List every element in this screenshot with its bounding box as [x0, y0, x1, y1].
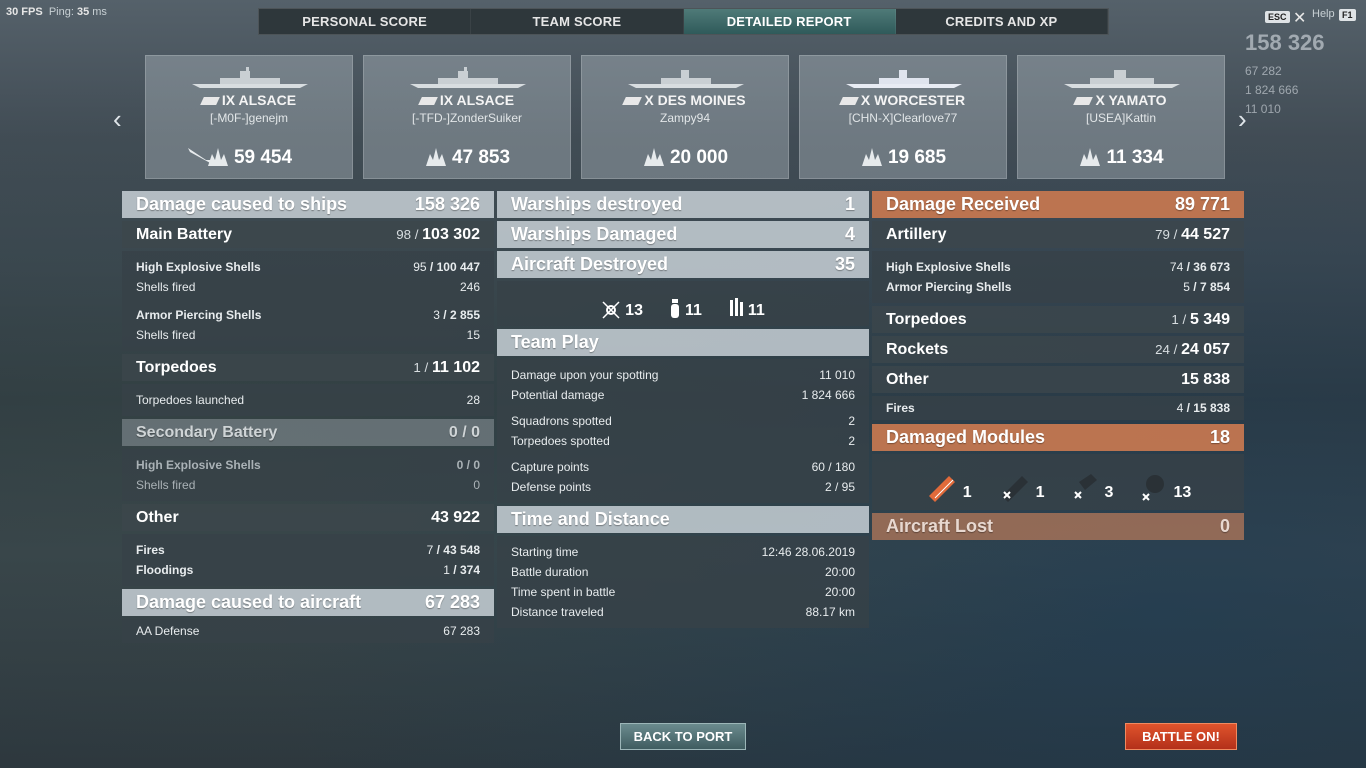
ship-card[interactable]: IX ALSACE [-TFD-]ZonderSuiker 47 853 [363, 55, 571, 179]
ship-card[interactable]: X DES MOINES Zampy94 20 000 [581, 55, 789, 179]
aa-details: AA Defense 67 283 [122, 619, 494, 643]
ship-name: X WORCESTER [860, 92, 966, 108]
close-icon[interactable]: ✕ [1293, 8, 1306, 28]
cruiser-silhouette-icon [846, 70, 962, 88]
explosion-icon [425, 148, 446, 166]
artillery-row: Artillery 79 / 44 527 [872, 221, 1244, 248]
damage-aircraft-header: Damage caused to aircraft 67 283 [122, 589, 494, 616]
damage-received-panel: Damage Received 89 771 Artillery 79 / 44 5… [872, 191, 1244, 543]
guns-destroyed-icon [1001, 476, 1028, 502]
damage-value: 47 853 [451, 147, 511, 168]
aa-mount-destroyed-icon [1142, 475, 1165, 501]
explosion-icon [643, 148, 664, 166]
tab-detailed-report[interactable]: DETAILED REPORT [683, 9, 896, 34]
artillery-details: High Explosive Shells 74 / 36 673 Armor P… [872, 251, 1244, 303]
flag-icon [839, 97, 859, 106]
guns-damaged-icon [928, 476, 955, 502]
battleship-silhouette-icon [1064, 70, 1180, 88]
damage-dealt-panel: Damage caused to ships 158 326 Main Batte… [122, 191, 494, 646]
cruiser-silhouette-icon [628, 70, 744, 88]
warships-damaged-row: Warships Damaged 4 [497, 221, 869, 248]
player-name: [-M0F-]genejm [209, 111, 289, 125]
torpedo-tube-destroyed-icon [1073, 474, 1097, 499]
main-battery-row: Main Battery 98 / 103 302 [122, 221, 494, 248]
flag-icon [200, 97, 220, 106]
secondary-battery-row: Secondary Battery 0 / 0 [122, 419, 494, 446]
f1-key-badge[interactable]: F1 [1339, 9, 1356, 21]
torpedoes-row: Torpedoes 1 / 11 102 [122, 354, 494, 381]
team-play-header: Team Play [497, 329, 869, 356]
battleship-silhouette-icon [192, 67, 308, 88]
torpedo-bomber-icon [729, 298, 743, 316]
tab-team-score[interactable]: TEAM SCORE [471, 9, 684, 34]
battle-on-button[interactable]: BATTLE ON! [1125, 723, 1237, 750]
team-play-details: Damage upon your spotting 11 010 Potentia… [497, 359, 869, 503]
report-tabs: PERSONAL SCORE TEAM SCORE DETAILED REPOR… [258, 8, 1109, 35]
ship-name: X DES MOINES [644, 92, 746, 108]
other-row: Other 43 922 [122, 504, 494, 531]
player-name: [USEA]Kattin [1085, 111, 1157, 125]
main-battery-details: High Explosive Shells 95 / 100 447 Shells… [122, 251, 494, 351]
aircraft-lost-row: Aircraft Lost 0 [872, 513, 1244, 540]
flag-icon [622, 97, 643, 106]
tab-credits-xp[interactable]: CREDITS AND XP [896, 9, 1108, 34]
battleship-silhouette-icon [410, 67, 526, 88]
time-distance-details: Starting time 12:46 28.06.2019 Battle dur… [497, 536, 869, 628]
chevron-left-icon[interactable]: ‹ [113, 104, 122, 135]
damage-value: 19 685 [887, 147, 947, 168]
tab-personal-score[interactable]: PERSONAL SCORE [259, 9, 472, 34]
chevron-right-icon[interactable]: › [1238, 104, 1247, 135]
other-details: Fires 7 / 43 548 Floodings 1 / 374 [122, 534, 494, 586]
damage-value: 59 454 [233, 147, 293, 168]
back-to-port-button[interactable]: BACK TO PORT [620, 723, 746, 750]
help-link[interactable]: Help [1312, 8, 1335, 20]
fighter-shot-icon [602, 301, 620, 319]
torpedoes-received-row: Torpedoes 1 / 5 349 [872, 306, 1244, 333]
ship-name: IX ALSACE [221, 92, 297, 108]
player-name: [CHN-X]Clearlove77 [848, 111, 958, 125]
ship-name: IX ALSACE [439, 92, 515, 108]
damage-value: 20 000 [669, 147, 729, 168]
player-name: [-TFD-]ZonderSuiker [411, 111, 523, 125]
explosion-icon [207, 148, 228, 166]
other-received-details: Fires 4 / 15 838 [872, 396, 1244, 420]
warships-destroyed-row: Warships destroyed 1 [497, 191, 869, 218]
ship-name: X YAMATO [1095, 92, 1167, 108]
score-overlay: 158 326 67 282 1 824 666 11 010 [1245, 30, 1325, 116]
aircraft-type-breakdown: 13 11 11 [497, 281, 869, 326]
explosion-icon [1080, 148, 1101, 166]
fps-ping-readout: 30 FPS Ping: 35 ms [6, 6, 107, 18]
damage-ships-header: Damage caused to ships 158 326 [122, 191, 494, 218]
damaged-modules-header: Damaged Modules 18 [872, 424, 1244, 451]
bomb-icon [670, 299, 679, 318]
time-distance-header: Time and Distance [497, 506, 869, 533]
team-stats-panel: Warships destroyed 1 Warships Damaged 4 Ai… [497, 191, 869, 631]
aircraft-destroyed-row: Aircraft Destroyed 35 [497, 251, 869, 278]
ship-card[interactable]: X YAMATO [USEA]Kattin 11 334 [1017, 55, 1225, 179]
player-name: Zampy94 [659, 111, 711, 125]
flag-icon [1073, 97, 1094, 106]
ship-card[interactable]: IX ALSACE [-M0F-]genejm 59 454 [145, 55, 353, 179]
other-received-row: Other 15 838 [872, 366, 1244, 393]
ship-card[interactable]: X WORCESTER [CHN-X]Clearlove77 19 685 [799, 55, 1007, 179]
secondary-details: High Explosive Shells 0 / 0 Shells fired 0 [122, 449, 494, 501]
esc-key-badge[interactable]: ESC [1265, 11, 1290, 23]
torpedoes-details: Torpedoes launched 28 [122, 384, 494, 416]
rockets-received-row: Rockets 24 / 24 057 [872, 336, 1244, 363]
flag-icon [418, 97, 438, 106]
damage-value: 11 334 [1106, 147, 1164, 168]
damage-received-header: Damage Received 89 771 [872, 191, 1244, 218]
damaged-modules-breakdown: 1 1 3 13 [872, 454, 1244, 510]
explosion-icon [861, 148, 882, 166]
